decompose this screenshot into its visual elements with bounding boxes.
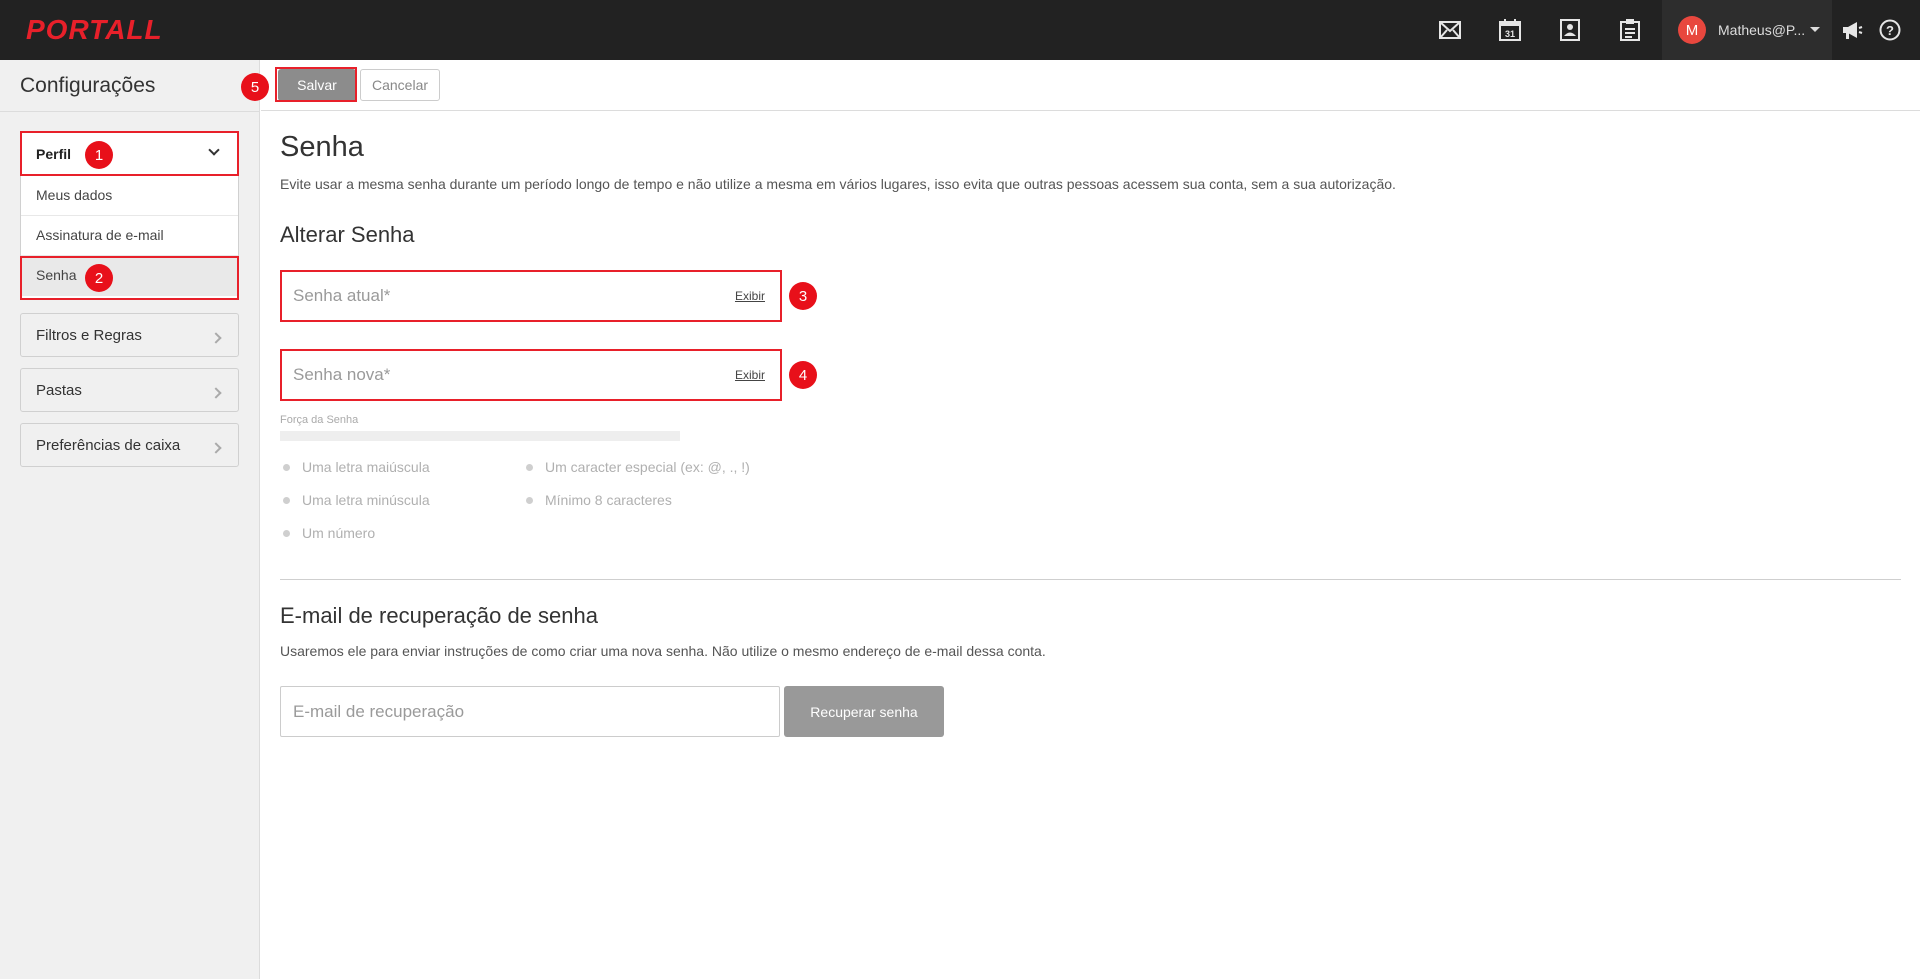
change-password-title: Alterar Senha [280,222,415,247]
new-password-field: Exibir [280,349,782,401]
contacts-icon[interactable] [1556,16,1584,44]
perfil-group: Perfil Meus dados Assinatura de e-mail S… [20,131,239,299]
sidebar-item-senha[interactable]: Senha [21,256,238,296]
sidebar-item-label: Filtros e Regras [36,327,142,344]
rule-text: Uma letra minúscula [302,492,430,508]
rule-lowercase: Uma letra minúscula [283,492,430,508]
top-bar: PORTALL 31 M Matheus@P... ? [0,0,1920,60]
annotation-badge: 3 [789,282,817,310]
rule-text: Uma letra maiúscula [302,459,430,475]
avatar: M [1678,16,1706,44]
perfil-group-header[interactable]: Perfil [21,132,238,176]
save-button[interactable]: Salvar [278,69,356,101]
svg-text:?: ? [1886,23,1894,38]
sidebar-divider [0,111,259,112]
help-icon[interactable]: ? [1876,16,1904,44]
show-current-password-link[interactable]: Exibir [735,289,765,303]
sidebar-title: Configurações [20,74,156,97]
recovery-email-input[interactable] [293,687,763,736]
recovery-title: E-mail de recuperação de senha [280,603,598,628]
action-toolbar: Salvar Cancelar [261,60,1920,111]
bullet-icon [526,463,533,471]
annotation-badge: 5 [241,73,269,101]
password-strength-label: Força da Senha [280,414,359,426]
logo-text: PORTALL [26,14,163,44]
recover-password-button[interactable]: Recuperar senha [784,686,944,737]
rule-min-length: Mínimo 8 caracteres [526,492,672,508]
bullet-icon [283,529,290,537]
rule-text: Um caracter especial (ex: @, ., !) [545,459,750,475]
mail-icon[interactable] [1436,16,1464,44]
cancel-button[interactable]: Cancelar [360,69,440,101]
sidebar-item-filtros-regras[interactable]: Filtros e Regras [20,313,239,357]
rule-special-char: Um caracter especial (ex: @, ., !) [526,459,750,475]
current-password-field: Exibir [280,270,782,322]
calendar-day-text: 31 [1505,29,1515,39]
current-password-input[interactable] [293,271,693,321]
rule-uppercase: Uma letra maiúscula [283,459,430,475]
megaphone-icon[interactable] [1838,16,1866,44]
bullet-icon [283,463,290,471]
bullet-icon [526,496,533,504]
portall-logo[interactable]: PORTALL [24,14,164,44]
section-divider [280,579,1901,580]
rule-text: Mínimo 8 caracteres [545,492,672,508]
calendar-icon[interactable]: 31 [1496,16,1524,44]
new-password-input[interactable] [293,350,693,400]
tasks-icon[interactable] [1616,16,1644,44]
sidebar-item-preferencias[interactable]: Preferências de caixa [20,423,239,467]
page-description: Evite usar a mesma senha durante um perí… [280,176,1396,192]
sidebar-item-assinatura[interactable]: Assinatura de e-mail [21,216,238,256]
recovery-email-field [280,686,780,737]
chevron-right-icon [210,332,222,344]
perfil-label: Perfil [36,146,72,162]
annotation-badge: 2 [85,264,113,292]
sidebar-item-pastas[interactable]: Pastas [20,368,239,412]
bullet-icon [283,496,290,504]
caret-down-icon [1810,27,1820,32]
annotation-badge: 1 [85,141,113,169]
rule-number: Um número [283,525,375,541]
show-new-password-link[interactable]: Exibir [735,368,765,382]
page-title: Senha [280,131,364,163]
recovery-description: Usaremos ele para enviar instruções de c… [280,643,1046,659]
chevron-right-icon [210,442,222,454]
annotation-badge: 4 [789,361,817,389]
password-strength-bar [280,431,680,441]
user-menu[interactable]: M Matheus@P... [1662,0,1832,60]
sidebar-item-label: Pastas [36,382,82,399]
chevron-right-icon [210,387,222,399]
sidebar-item-meus-dados[interactable]: Meus dados [21,176,238,216]
user-name: Matheus@P... [1718,22,1806,38]
chevron-down-icon [208,144,220,156]
rule-text: Um número [302,525,376,541]
sidebar-item-label: Preferências de caixa [36,437,181,454]
